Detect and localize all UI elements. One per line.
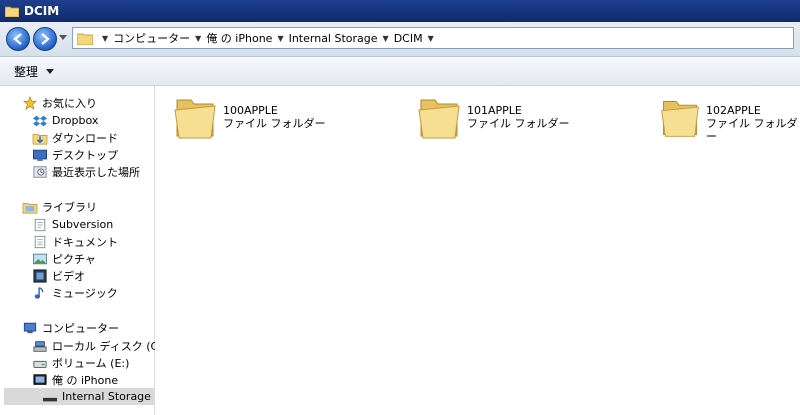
nav-item-videos[interactable]: ビデオ: [32, 267, 85, 284]
pictures-icon: [33, 253, 47, 264]
file-list: 100APPLE ファイル フォルダー 101APPLE ファイル フォルダー …: [155, 86, 800, 415]
recent-places-icon: [33, 165, 47, 178]
breadcrumb-iphone[interactable]: 俺 の iPhone: [206, 30, 272, 46]
library-icon: [22, 202, 38, 213]
folder-item-101apple[interactable]: 101APPLE ファイル フォルダー: [415, 96, 570, 140]
title-bar[interactable]: DCIM: [0, 0, 800, 22]
folder-name: 100APPLE: [223, 104, 278, 117]
nav-item-iphone[interactable]: 俺 の iPhone: [32, 371, 118, 388]
nav-item-desktop[interactable]: デスクトップ: [32, 146, 118, 163]
back-button[interactable]: [6, 27, 30, 51]
nav-item-local-disk-c[interactable]: ローカル ディスク (C:): [32, 337, 166, 354]
chevron-down-icon[interactable]: ▼: [102, 34, 108, 43]
recent-pages-dropdown[interactable]: [59, 35, 67, 40]
chevron-down-icon[interactable]: ▼: [383, 34, 389, 43]
video-icon: [33, 268, 47, 283]
nav-item-subversion[interactable]: Subversion: [32, 216, 113, 233]
hard-drive-icon: [33, 340, 47, 352]
breadcrumb: ▼ コンピューター ▼ 俺 の iPhone ▼ Internal Storag…: [97, 30, 439, 46]
folder-item-100apple[interactable]: 100APPLE ファイル フォルダー: [171, 96, 326, 140]
nav-libraries-header[interactable]: ライブラリ: [22, 198, 97, 215]
folder-type: ファイル フォルダー: [467, 117, 570, 130]
chevron-down-icon[interactable]: ▼: [428, 34, 434, 43]
address-toolbar: ▼ コンピューター ▼ 俺 の iPhone ▼ Internal Storag…: [0, 22, 800, 57]
folder-item-102apple[interactable]: 102APPLE ファイル フォルダー: [658, 96, 800, 143]
window-title: DCIM: [24, 4, 60, 18]
folder-icon: [174, 99, 216, 139]
folder-icon: [77, 33, 93, 45]
nav-item-music[interactable]: ミュージック: [32, 284, 118, 301]
device-icon: [33, 373, 47, 385]
breadcrumb-internal-storage[interactable]: Internal Storage: [289, 32, 378, 45]
arrow-left-icon: [13, 33, 22, 45]
nav-item-documents[interactable]: ドキュメント: [32, 233, 118, 250]
chevron-down-icon: [46, 68, 55, 74]
folder-icon: [418, 99, 460, 139]
nav-item-dropbox[interactable]: Dropbox: [32, 112, 98, 129]
download-folder-icon: [32, 133, 48, 144]
arrow-right-icon: [41, 33, 50, 45]
nav-favorites-header[interactable]: お気に入り: [22, 94, 97, 111]
nav-item-pictures[interactable]: ピクチャ: [32, 250, 96, 267]
nav-item-recent-places[interactable]: 最近表示した場所: [32, 163, 140, 180]
computer-icon: [23, 322, 37, 333]
music-icon: [34, 286, 44, 299]
nav-item-volume-e[interactable]: ボリューム (E:): [32, 354, 129, 371]
folder-icon: [661, 101, 699, 137]
dropbox-icon: [33, 115, 47, 126]
nav-item-downloads[interactable]: ダウンロード: [32, 129, 118, 146]
navigation-pane: お気に入り Dropbox ダウンロード デスクトップ 最近表示した場所 ライブ…: [0, 86, 166, 415]
organize-label: 整理: [14, 64, 39, 79]
breadcrumb-computer[interactable]: コンピューター: [113, 30, 190, 46]
folder-icon: [5, 6, 19, 17]
chevron-down-icon[interactable]: ▼: [277, 34, 283, 43]
folder-type: ファイル フォルダー: [706, 117, 798, 143]
nav-computer-header[interactable]: コンピューター: [22, 319, 119, 336]
drive-icon: [33, 360, 47, 368]
star-icon: [22, 95, 38, 110]
organize-button[interactable]: 整理: [14, 63, 55, 80]
documents-icon: [34, 235, 46, 248]
forward-button[interactable]: [33, 27, 57, 51]
breadcrumb-dcim[interactable]: DCIM: [394, 32, 423, 45]
nav-item-internal-storage[interactable]: Internal Storage: [4, 388, 154, 405]
address-bar[interactable]: ▼ コンピューター ▼ 俺 の iPhone ▼ Internal Storag…: [72, 27, 794, 49]
document-library-icon: [34, 218, 46, 231]
folder-type: ファイル フォルダー: [223, 117, 326, 130]
desktop-icon: [33, 149, 47, 161]
chevron-down-icon[interactable]: ▼: [195, 34, 201, 43]
storage-icon: [43, 397, 57, 401]
folder-name: 101APPLE: [467, 104, 522, 117]
command-bar: 整理: [0, 57, 800, 86]
folder-name: 102APPLE: [706, 104, 761, 117]
